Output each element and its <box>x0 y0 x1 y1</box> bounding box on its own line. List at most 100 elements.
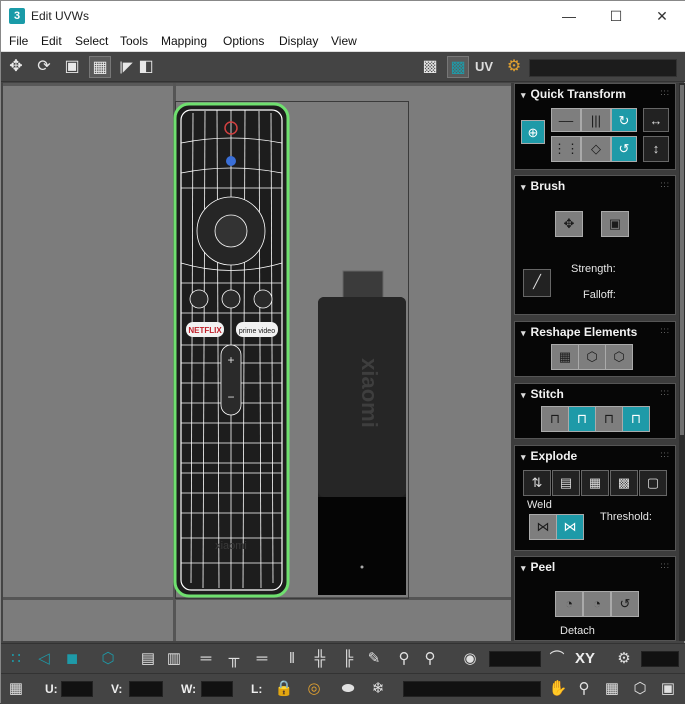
zoom-selected-icon[interactable]: ▣ <box>657 678 679 700</box>
texture-map-dropdown[interactable] <box>529 59 677 77</box>
loop-icon[interactable]: ═ <box>195 648 217 670</box>
xy-label[interactable]: XY <box>575 650 595 667</box>
paint-move-icon[interactable]: ✥ <box>555 211 583 237</box>
peel-title[interactable]: Peel <box>521 560 556 574</box>
v-field[interactable] <box>129 681 163 697</box>
grip-icon[interactable]: ::: <box>660 450 670 459</box>
grip-icon[interactable]: ::: <box>660 180 670 189</box>
paint-select-icon[interactable]: ✎ <box>363 648 385 670</box>
relax-settings-icon[interactable]: ⬡ <box>605 344 633 370</box>
move-icon[interactable]: ✥ <box>5 56 27 78</box>
maximize-button[interactable]: ☐ <box>593 1 639 31</box>
map-settings-icon[interactable]: ⚙ <box>503 56 525 78</box>
uv-viewport[interactable]: NETFLIX prime video + − xiaomi xiaomi <box>3 83 511 641</box>
quick-peel-icon[interactable]: ◔ <box>555 591 583 617</box>
menu-edit[interactable]: Edit <box>41 34 62 48</box>
eye-icon[interactable]: ◎ <box>303 678 325 700</box>
space-vertical-icon[interactable]: ↕ <box>643 136 669 162</box>
quick-transform-title[interactable]: Quick Transform <box>521 87 626 101</box>
paint-grow-icon[interactable]: ⚲ <box>393 648 415 670</box>
rotate-cw-icon[interactable]: ↻ <box>611 108 637 132</box>
grip-icon[interactable]: ::: <box>660 326 670 335</box>
menu-mapping[interactable]: Mapping <box>161 34 207 48</box>
ring-icon[interactable]: ‖ <box>281 648 303 670</box>
relax-brush-icon[interactable]: ▣ <box>601 211 629 237</box>
pivot-icon[interactable]: ⊕ <box>521 120 545 144</box>
u-field[interactable] <box>61 681 93 697</box>
rotate-icon[interactable]: ⟳ <box>33 56 55 78</box>
flatten-by-polygon-icon[interactable]: ▤ <box>552 470 580 496</box>
ring-grow-icon[interactable]: ╬ <box>309 648 331 670</box>
weld-all-selected-icon[interactable]: ⋈ <box>556 514 584 540</box>
flatten-by-smoothing-icon[interactable]: ▦ <box>581 470 609 496</box>
falloff-type-icon[interactable]: ⌒ <box>546 648 568 670</box>
reshape-elements-title[interactable]: Reshape Elements <box>521 325 638 339</box>
mirror-icon[interactable]: |◤ <box>115 56 137 78</box>
selection-set-field[interactable] <box>403 681 541 697</box>
element-select-icon[interactable]: ⬡ <box>97 648 119 670</box>
edge-distance-icon[interactable]: ⚙ <box>613 648 635 670</box>
menu-view[interactable]: View <box>331 34 357 48</box>
zoom-icon[interactable]: ⚲ <box>573 678 595 700</box>
stitch-average-icon[interactable]: ⊓ <box>595 406 623 432</box>
show-map-icon[interactable]: ▩ <box>447 56 469 78</box>
menu-options[interactable]: Options <box>223 34 264 48</box>
face-select-icon[interactable]: ■ <box>61 648 83 670</box>
stitch-to-source-icon[interactable]: ⊓ <box>622 406 650 432</box>
scale-icon[interactable]: ▣ <box>61 56 83 78</box>
menu-tools[interactable]: Tools <box>120 34 148 48</box>
menu-select[interactable]: Select <box>75 34 108 48</box>
grow-selection-icon[interactable]: ▤ <box>137 648 159 670</box>
checker-icon[interactable]: ▩ <box>419 56 441 78</box>
stitch-custom-icon[interactable]: ⊓ <box>541 406 569 432</box>
vertex-select-icon[interactable]: ∷ <box>5 648 27 670</box>
flatten-custom-icon[interactable]: ▢ <box>639 470 667 496</box>
reset-peel-icon[interactable]: ↺ <box>611 591 639 617</box>
w-field[interactable] <box>201 681 233 697</box>
title-bar[interactable]: 3 Edit UVWs — ☐ ✕ <box>1 1 685 31</box>
freeform-icon[interactable]: ▦ <box>89 56 111 78</box>
align-vertical-icon[interactable]: ||| <box>581 108 611 132</box>
menu-file[interactable]: File <box>9 34 28 48</box>
rollout-scroll-thumb[interactable] <box>680 85 684 435</box>
align-horizontal-icon[interactable]: –– <box>551 108 581 132</box>
edge-distance-field[interactable] <box>641 651 679 667</box>
falloff-curve-icon[interactable]: ╱ <box>523 269 551 297</box>
straighten-icon[interactable]: ◇ <box>581 136 611 162</box>
lock-icon[interactable]: 🔒 <box>273 678 295 700</box>
soft-selection-icon[interactable]: ◉ <box>459 648 481 670</box>
loop-grow-icon[interactable]: ╥ <box>223 648 245 670</box>
zoom-region-icon[interactable]: ▦ <box>601 678 623 700</box>
shrink-selection-icon[interactable]: ▥ <box>163 648 185 670</box>
explode-title[interactable]: Explode <box>521 449 578 463</box>
paint-shrink-icon[interactable]: ⚲ <box>419 648 441 670</box>
flatten-by-material-icon[interactable]: ▩ <box>610 470 638 496</box>
stitch-title[interactable]: Stitch <box>521 387 564 401</box>
align-grid-icon[interactable]: ⋮⋮ <box>551 136 581 162</box>
close-button[interactable]: ✕ <box>639 1 685 31</box>
zoom-extents-icon[interactable]: ⬡ <box>629 678 651 700</box>
grip-icon[interactable]: ::: <box>660 88 670 97</box>
falloff-field[interactable] <box>489 651 541 667</box>
grip-icon[interactable]: ::: <box>660 388 670 397</box>
peel-mode-icon[interactable]: ◔ <box>583 591 611 617</box>
grip-icon[interactable]: ::: <box>660 561 670 570</box>
flip-icon[interactable]: ◧ <box>135 56 157 78</box>
menu-display[interactable]: Display <box>279 34 318 48</box>
absolute-relative-icon[interactable]: ▦ <box>5 678 27 700</box>
ring-shrink-icon[interactable]: ╠ <box>337 648 359 670</box>
break-icon[interactable]: ⇅ <box>523 470 551 496</box>
loop-shrink-icon[interactable]: ═ <box>251 648 273 670</box>
edge-select-icon[interactable]: ◁ <box>33 648 55 670</box>
brush-title[interactable]: Brush <box>521 179 566 193</box>
pan-icon[interactable]: ✋ <box>547 678 569 700</box>
freeze-icon[interactable]: ❄ <box>367 678 389 700</box>
rotate-ccw-icon[interactable]: ↺ <box>611 136 637 162</box>
straighten-selection-icon[interactable]: ▦ <box>551 344 579 370</box>
relax-icon[interactable]: ⬡ <box>578 344 606 370</box>
space-horizontal-icon[interactable]: ↔ <box>643 108 669 132</box>
stitch-to-target-icon[interactable]: ⊓ <box>568 406 596 432</box>
hide-icon[interactable]: ⬬ <box>337 678 359 700</box>
weld-selected-icon[interactable]: ⋈ <box>529 514 557 540</box>
minimize-button[interactable]: — <box>546 1 592 31</box>
